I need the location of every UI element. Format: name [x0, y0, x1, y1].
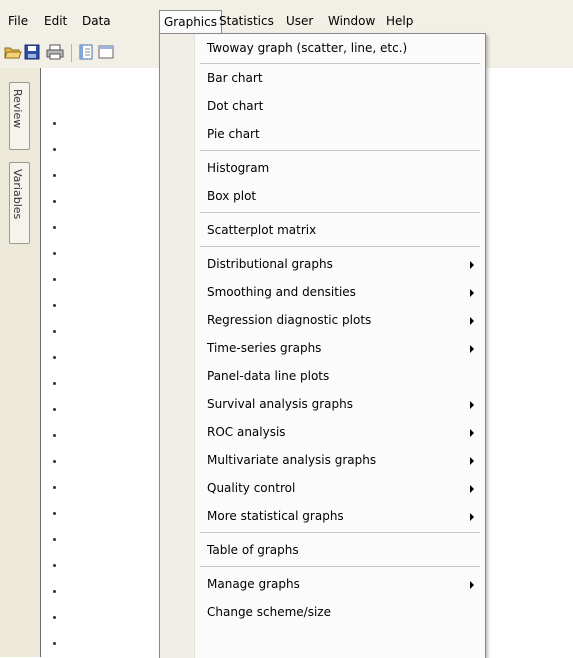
row-marker: [53, 486, 56, 489]
toolbar-divider: [71, 44, 72, 62]
menu-item-label: Pie chart: [207, 127, 260, 141]
row-marker: [53, 148, 56, 151]
row-marker: [53, 382, 56, 385]
menu-item-label: Time-series graphs: [207, 341, 322, 355]
menu-item-label: Manage graphs: [207, 577, 300, 591]
menu-item-label: More statistical graphs: [207, 509, 344, 523]
menu-item-label: Bar chart: [207, 71, 263, 85]
save-icon[interactable]: [24, 44, 40, 63]
menu-item-label: Dot chart: [207, 99, 264, 113]
menu-data[interactable]: Data: [78, 11, 115, 31]
row-marker: [53, 564, 56, 567]
menu-item-label: Regression diagnostic plots: [207, 313, 372, 327]
menu-item-label: ROC analysis: [207, 425, 286, 439]
menu-item-dot-chart[interactable]: Dot chart: [195, 92, 484, 120]
menu-graphics[interactable]: Graphics: [159, 10, 222, 34]
row-marker: [53, 330, 56, 333]
menu-separator: [200, 532, 480, 533]
row-marker: [53, 460, 56, 463]
menu-item-scatterplot-matrix[interactable]: Scatterplot matrix: [195, 216, 484, 244]
submenu-arrow-icon: [470, 345, 474, 353]
menu-item-histogram[interactable]: Histogram: [195, 154, 484, 182]
row-marker: [53, 512, 56, 515]
menu-item-label: Quality control: [207, 481, 296, 495]
row-marker: [53, 408, 56, 411]
row-marker: [53, 200, 56, 203]
row-marker: [53, 226, 56, 229]
submenu-arrow-icon: [470, 485, 474, 493]
menu-item-change-scheme-size[interactable]: Change scheme/size: [195, 598, 484, 626]
menu-item-pie-chart[interactable]: Pie chart: [195, 120, 484, 148]
row-marker: [53, 278, 56, 281]
open-icon[interactable]: [4, 44, 22, 63]
menu-item-twoway-graph[interactable]: Twoway graph (scatter, line, etc.): [195, 34, 484, 62]
menu-item-distributional-graphs[interactable]: Distributional graphs: [195, 250, 484, 278]
menu-item-label: Histogram: [207, 161, 270, 175]
menu-separator: [200, 212, 480, 213]
menu-item-label: Multivariate analysis graphs: [207, 453, 377, 467]
row-marker: [53, 590, 56, 593]
row-marker: [53, 616, 56, 619]
menu-item-label: Table of graphs: [207, 543, 299, 557]
row-marker: [53, 356, 56, 359]
menu-separator: [200, 566, 480, 567]
tab-variables[interactable]: Variables: [9, 162, 30, 244]
menu-item-table-of-graphs[interactable]: Table of graphs: [195, 536, 484, 564]
row-marker: [53, 252, 56, 255]
row-marker: [53, 434, 56, 437]
menu-item-label: Twoway graph (scatter, line, etc.): [207, 41, 408, 55]
menu-item-label: Smoothing and densities: [207, 285, 356, 299]
menu-edit[interactable]: Edit: [40, 11, 71, 31]
menu-item-regression-diagnostic-plots[interactable]: Regression diagnostic plots: [195, 306, 484, 334]
menu-icon-gutter: [160, 34, 195, 658]
menu-item-label: Distributional graphs: [207, 257, 333, 271]
submenu-arrow-icon: [470, 429, 474, 437]
menu-item-bar-chart[interactable]: Bar chart: [195, 64, 484, 92]
menu-help[interactable]: Help: [382, 11, 417, 31]
menu-user[interactable]: User: [282, 11, 317, 31]
submenu-arrow-icon: [470, 401, 474, 409]
menu-item-more-statistical-graphs[interactable]: More statistical graphs: [195, 502, 484, 530]
menu-bar: File Edit Data Graphics Statistics User …: [0, 0, 573, 34]
menu-file[interactable]: File: [4, 11, 32, 31]
row-marker: [53, 122, 56, 125]
menu-statistics[interactable]: Statistics: [215, 11, 278, 31]
submenu-arrow-icon: [470, 261, 474, 269]
menu-item-survival-analysis-graphs[interactable]: Survival analysis graphs: [195, 390, 484, 418]
graphics-menu-dropdown: Twoway graph (scatter, line, etc.) Bar c…: [159, 33, 486, 658]
submenu-arrow-icon: [470, 317, 474, 325]
submenu-arrow-icon: [470, 457, 474, 465]
menu-item-label: Scatterplot matrix: [207, 223, 317, 237]
row-marker: [53, 642, 56, 645]
menu-item-quality-control[interactable]: Quality control: [195, 474, 484, 502]
menu-window[interactable]: Window: [324, 11, 379, 31]
menu-item-smoothing-and-densities[interactable]: Smoothing and densities: [195, 278, 484, 306]
menu-item-time-series-graphs[interactable]: Time-series graphs: [195, 334, 484, 362]
menu-item-panel-data-line-plots[interactable]: Panel-data line plots: [195, 362, 484, 390]
menu-item-label: Change scheme/size: [207, 605, 331, 619]
tab-variables-label: Variables: [11, 169, 24, 220]
viewer-icon[interactable]: [98, 44, 114, 63]
menu-item-roc-analysis[interactable]: ROC analysis: [195, 418, 484, 446]
tab-review[interactable]: Review: [9, 82, 30, 150]
row-marker: [53, 304, 56, 307]
menu-separator: [200, 246, 480, 247]
submenu-arrow-icon: [470, 581, 474, 589]
menu-item-multivariate-analysis-graphs[interactable]: Multivariate analysis graphs: [195, 446, 484, 474]
submenu-arrow-icon: [470, 289, 474, 297]
log-icon[interactable]: [78, 44, 94, 63]
menu-item-label: Panel-data line plots: [207, 369, 330, 383]
menu-item-manage-graphs[interactable]: Manage graphs: [195, 570, 484, 598]
row-marker: [53, 538, 56, 541]
row-marker: [53, 174, 56, 177]
menu-separator: [200, 150, 480, 151]
menu-item-box-plot[interactable]: Box plot: [195, 182, 484, 210]
print-icon[interactable]: [46, 44, 64, 63]
menu-item-label: Survival analysis graphs: [207, 397, 353, 411]
tab-review-label: Review: [11, 89, 24, 129]
menu-item-label: Box plot: [207, 189, 257, 203]
submenu-arrow-icon: [470, 513, 474, 521]
side-tab-strip: Review Variables: [0, 68, 40, 657]
